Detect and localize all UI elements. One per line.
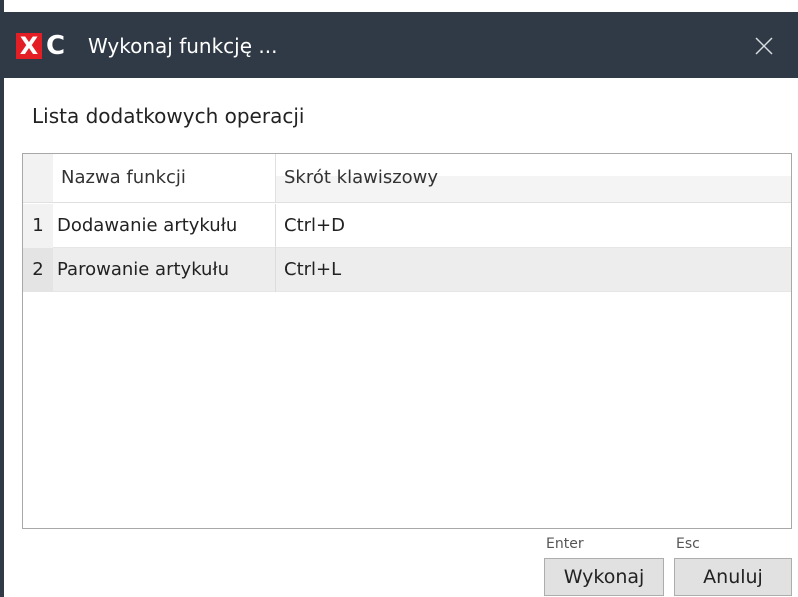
cancel-button[interactable]: Anuluj [674,558,792,596]
window-title: Wykonaj funkcję ... [88,34,278,58]
close-button[interactable] [748,30,780,62]
list-heading: Lista dodatkowych operacji [32,104,305,128]
app-logo: X C [16,32,65,60]
column-header-shortcut[interactable]: Skrót klawiszowy [275,154,791,202]
table-row[interactable]: 2 Parowanie artykułu Ctrl+L [23,248,791,292]
enter-hint: Enter [546,536,584,552]
grid-header: Nazwa funkcji Skrót klawiszowy [23,154,791,203]
close-icon [755,37,773,55]
title-bar[interactable]: X C Wykonaj funkcję ... [4,12,798,78]
header-index-cell [23,154,53,202]
row-index: 1 [23,204,53,248]
shortcut-cell[interactable]: Ctrl+D [275,204,791,248]
execute-button[interactable]: Wykonaj [544,558,664,596]
esc-hint: Esc [676,536,700,552]
table-row[interactable]: 1 Dodawanie artykułu Ctrl+D [23,204,791,248]
operations-grid[interactable]: Nazwa funkcji Skrót klawiszowy 1 Dodawan… [22,153,792,529]
column-header-name[interactable]: Nazwa funkcji [53,154,275,202]
dialog-window: X C Wykonaj funkcję ... Lista dodatkowyc… [0,0,798,597]
shortcut-cell[interactable]: Ctrl+L [275,248,791,292]
function-name-cell[interactable]: Dodawanie artykułu [53,204,275,248]
function-name-cell[interactable]: Parowanie artykułu [53,248,275,292]
logo-x-icon: X [16,33,42,59]
row-index: 2 [23,248,53,292]
logo-c-icon: C [46,31,66,61]
top-strip [4,0,798,12]
window-left-border [0,0,4,597]
